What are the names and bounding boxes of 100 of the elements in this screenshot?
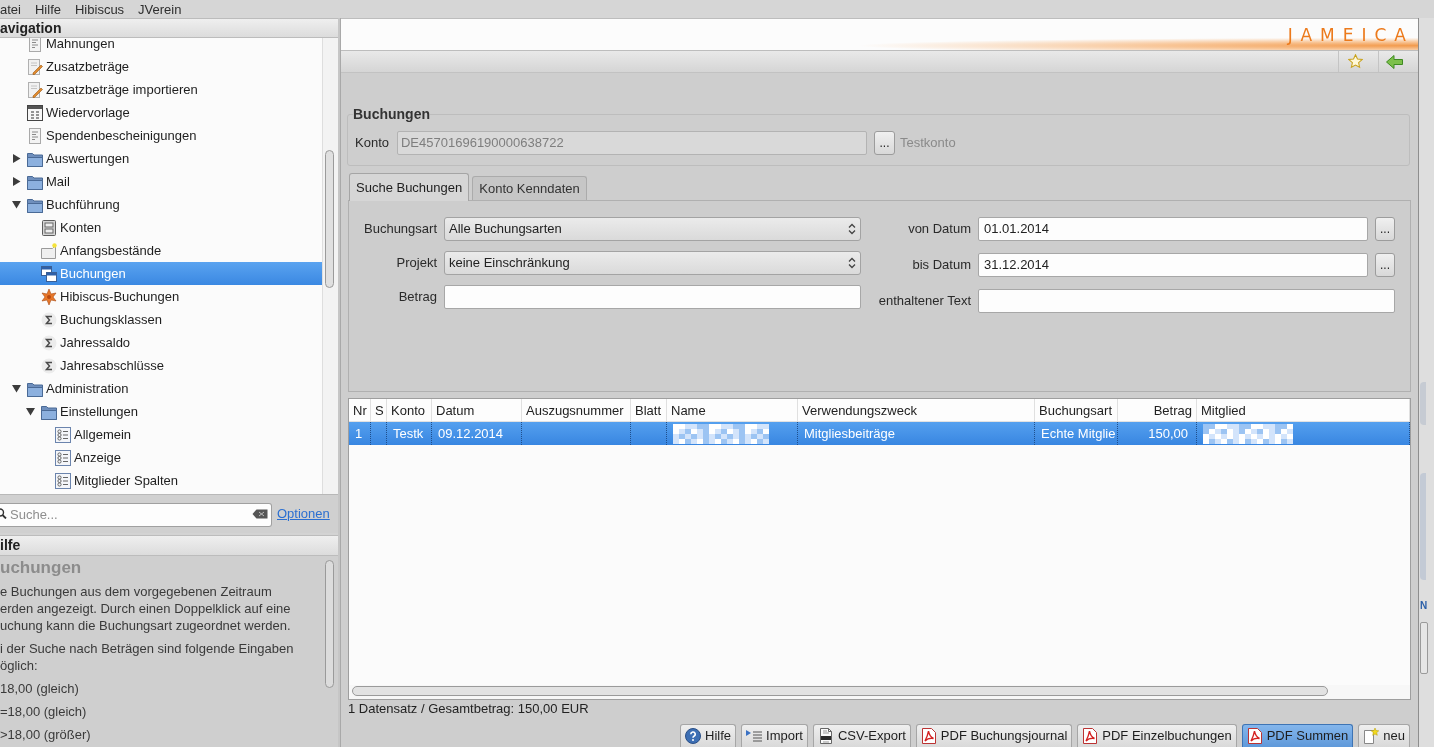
date-field[interactable]: 31.12.2014 bbox=[978, 253, 1368, 277]
note-icon bbox=[41, 242, 57, 259]
chevron-up-down-icon bbox=[848, 223, 856, 235]
field-label: von Datum bbox=[907, 220, 971, 239]
app-logo: JAMEICA bbox=[1287, 25, 1414, 44]
action-button[interactable]: Import bbox=[741, 724, 808, 747]
document-icon bbox=[817, 728, 834, 744]
tree-item[interactable]: Hibiscus-Buchungen bbox=[0, 285, 322, 308]
document-icon bbox=[27, 127, 43, 144]
triangle-right-icon[interactable] bbox=[12, 177, 21, 186]
menu-item[interactable]: atei bbox=[0, 0, 21, 18]
arrow-left-icon bbox=[1386, 54, 1403, 69]
dropdown[interactable]: keine Einschränkung bbox=[444, 251, 861, 275]
picker-button[interactable]: ... bbox=[1375, 253, 1395, 277]
tree-item[interactable]: Administration bbox=[0, 377, 322, 400]
tree-item[interactable]: Spendenbescheinigungen bbox=[0, 124, 322, 147]
table-cell: 150,00 bbox=[1118, 422, 1197, 445]
action-button[interactable]: neu bbox=[1358, 724, 1410, 747]
action-button[interactable]: CSV-Export bbox=[812, 724, 911, 747]
tab[interactable]: Konto Kenndaten bbox=[472, 176, 587, 200]
input-field[interactable] bbox=[978, 289, 1395, 313]
date-field[interactable]: 01.01.2014 bbox=[978, 217, 1368, 241]
folder-icon bbox=[27, 173, 43, 190]
tree-item[interactable]: Allgemein bbox=[0, 423, 322, 446]
sigma-icon bbox=[41, 334, 57, 351]
tab[interactable]: Suche Buchungen bbox=[349, 173, 470, 201]
tree-item[interactable]: Mahnungen bbox=[0, 38, 322, 55]
tree-item[interactable]: Konten bbox=[0, 216, 322, 239]
folder-icon bbox=[27, 150, 43, 167]
triangle-down-icon[interactable] bbox=[26, 407, 35, 416]
document-pencil-icon bbox=[27, 58, 43, 75]
input-field[interactable] bbox=[444, 285, 861, 309]
field-label: Konto bbox=[355, 134, 389, 153]
action-button[interactable]: PDF Buchungsjournal bbox=[915, 724, 1073, 747]
picker-button[interactable]: ... bbox=[1375, 217, 1395, 241]
triangle-down-icon[interactable] bbox=[12, 200, 21, 209]
tree-item[interactable]: Buchführung bbox=[0, 193, 322, 216]
field-label: Projekt bbox=[395, 254, 437, 273]
folder-icon bbox=[27, 196, 43, 213]
help-text: =18,00 (gleich) bbox=[0, 703, 88, 720]
sigma-icon bbox=[41, 311, 57, 328]
panel-title: ilfe bbox=[0, 536, 21, 555]
window-fragment bbox=[1420, 382, 1426, 425]
chevron-up-down-icon bbox=[848, 257, 856, 269]
tree-item[interactable]: Einstellungen bbox=[0, 400, 322, 423]
triangle-down-icon[interactable] bbox=[12, 384, 21, 393]
import-list-icon bbox=[746, 728, 763, 744]
tree-item[interactable]: Buchungsklassen bbox=[0, 308, 322, 331]
tree-item[interactable]: Mitglieder Spalten bbox=[0, 469, 322, 492]
tree-item[interactable]: Auswertungen bbox=[0, 147, 322, 170]
windows-icon bbox=[41, 265, 57, 282]
new-document-icon bbox=[1363, 728, 1380, 744]
scrollbar-thumb[interactable] bbox=[325, 560, 334, 688]
calendar-icon bbox=[27, 104, 43, 121]
field-label: enthaltener Text bbox=[877, 292, 971, 311]
field-label: bis Datum bbox=[911, 256, 971, 275]
drawer-cabinet-icon bbox=[41, 219, 57, 236]
action-button[interactable]: PDF Summen bbox=[1241, 724, 1354, 747]
document-pencil-icon bbox=[27, 81, 43, 98]
tree-item[interactable]: Anzeige bbox=[0, 446, 322, 469]
tree-item[interactable]: Jahresabschlüsse bbox=[0, 354, 322, 377]
tree-item[interactable]: Wiedervorlage bbox=[0, 101, 322, 124]
table-cell: Testk bbox=[387, 422, 432, 445]
field-label: Buchungsart bbox=[363, 220, 437, 239]
help-text: >18,00 (größer) bbox=[0, 726, 92, 743]
panel-title: avigation bbox=[0, 18, 62, 38]
pdf-file-icon bbox=[1246, 728, 1263, 744]
scrollbar-thumb[interactable] bbox=[352, 686, 1328, 696]
search-field[interactable]: Suche... bbox=[0, 502, 272, 527]
tree-item[interactable]: Jahressaldo bbox=[0, 331, 322, 354]
table-cell: Echte Mitglie bbox=[1035, 422, 1118, 445]
help-heading: uchungen bbox=[0, 557, 83, 577]
help-text: öglich: bbox=[0, 657, 39, 674]
triangle-right-icon[interactable] bbox=[12, 154, 21, 163]
table-cell: 1 bbox=[349, 422, 371, 445]
help-text: e Buchungen aus dem vorgegebenen Zeitraum bbox=[0, 583, 273, 600]
scrollbar-thumb[interactable] bbox=[325, 150, 334, 288]
pdf-file-icon bbox=[1082, 728, 1099, 744]
help-text: erden angezeigt. Durch einen Doppelklick auf eine bbox=[0, 600, 292, 617]
group-title: Buchungen bbox=[353, 106, 430, 122]
action-button[interactable]: PDF Einzelbuchungen bbox=[1077, 724, 1237, 747]
clear-icon[interactable] bbox=[252, 509, 268, 519]
flower-icon bbox=[41, 288, 57, 305]
tree-item[interactable]: Zusatzbeträge importieren bbox=[0, 78, 322, 101]
folder-icon bbox=[41, 403, 57, 420]
table-cell: Mitgliesbeiträge bbox=[798, 422, 1035, 445]
tree-item[interactable]: Mail bbox=[0, 170, 322, 193]
tree-item[interactable]: Anfangsbestände bbox=[0, 239, 322, 262]
menu-item[interactable]: JVerein bbox=[138, 0, 182, 18]
dropdown[interactable]: Alle Buchungsarten bbox=[444, 217, 861, 241]
search-icon bbox=[0, 508, 7, 519]
help-icon bbox=[685, 728, 702, 744]
tree-item[interactable]: Zusatzbeträge bbox=[0, 55, 322, 78]
settings-list-icon bbox=[55, 472, 71, 489]
folder-icon bbox=[27, 380, 43, 397]
action-button[interactable]: Hilfe bbox=[680, 724, 737, 747]
menu-item[interactable]: Hilfe bbox=[34, 0, 61, 18]
menu-item[interactable]: Hibiscus bbox=[75, 0, 125, 18]
settings-list-icon bbox=[55, 449, 71, 466]
account-name: Testkonto bbox=[900, 134, 956, 153]
